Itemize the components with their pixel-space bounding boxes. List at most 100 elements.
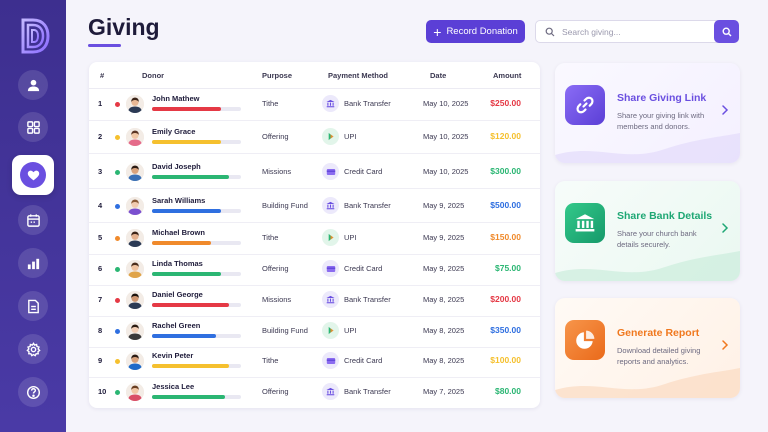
amount: $350.00 xyxy=(490,325,521,335)
table-row[interactable]: 2 Emily Grace Offering UPI May 10, 2025 $120.… xyxy=(89,122,540,154)
row-number: 1 xyxy=(98,99,103,108)
amount: $250.00 xyxy=(490,98,521,108)
table-row[interactable]: 9 Kevin Peter Tithe Credit Card May 8, 2025 $… xyxy=(89,346,540,378)
upi-icon xyxy=(322,322,339,339)
progress-fill xyxy=(152,364,229,368)
avatar xyxy=(126,229,144,247)
date: May 8, 2025 xyxy=(423,326,465,335)
share-giving-link-card[interactable]: Share Giving Link Share your giving link … xyxy=(555,63,740,163)
progress-fill xyxy=(152,395,225,399)
table-row[interactable]: 3 David Joseph Missions Credit Card May 10, … xyxy=(89,157,540,189)
progress-fill xyxy=(152,140,221,144)
amount: $200.00 xyxy=(490,294,521,304)
progress-bar xyxy=(152,140,241,144)
progress-bar xyxy=(152,272,241,276)
plus-icon: + xyxy=(433,23,442,40)
table-row[interactable]: 8 Rachel Green Building Fund UPI May 8, 2025… xyxy=(89,316,540,348)
progress-fill xyxy=(152,272,221,276)
search-button[interactable] xyxy=(714,20,739,43)
status-dot xyxy=(115,236,120,241)
payment-method: Bank Transfer xyxy=(344,99,391,108)
help-icon xyxy=(26,385,40,399)
purpose: Building Fund xyxy=(262,201,308,210)
donor-name: Sarah Williams xyxy=(152,196,206,205)
status-dot xyxy=(115,298,120,303)
row-number: 3 xyxy=(98,167,103,176)
sidebar-item-reports[interactable] xyxy=(18,248,48,278)
purpose: Tithe xyxy=(262,233,279,242)
donor-name: Linda Thomas xyxy=(152,259,203,268)
progress-bar xyxy=(152,209,241,213)
donor-name: Daniel George xyxy=(152,290,203,299)
donor-name: Rachel Green xyxy=(152,321,201,330)
bar-chart-icon xyxy=(27,258,39,269)
purpose: Tithe xyxy=(262,99,279,108)
row-number: 4 xyxy=(98,201,103,210)
payment-method: UPI xyxy=(344,132,357,141)
row-number: 10 xyxy=(98,387,107,396)
payment-method: Bank Transfer xyxy=(344,387,391,396)
sidebar-item-users[interactable] xyxy=(18,70,48,100)
payment-method: Credit Card xyxy=(344,167,383,176)
purpose: Missions xyxy=(262,295,292,304)
credit-card-icon xyxy=(322,352,339,369)
status-dot xyxy=(115,359,120,364)
bank-icon xyxy=(322,95,339,112)
progress-fill xyxy=(152,303,229,307)
sidebar-item-dashboard[interactable] xyxy=(18,112,48,142)
generate-report-card[interactable]: Generate Report Download detailed giving … xyxy=(555,298,740,398)
date: May 9, 2025 xyxy=(423,264,465,273)
status-dot xyxy=(115,267,120,272)
progress-bar xyxy=(152,334,241,338)
sidebar-item-documents[interactable] xyxy=(18,291,48,321)
col-header-donor: Donor xyxy=(142,71,165,80)
date: May 9, 2025 xyxy=(423,233,465,242)
row-number: 7 xyxy=(98,295,103,304)
table-row[interactable]: 4 Sarah Williams Building Fund Bank Transfe… xyxy=(89,191,540,223)
bank-icon xyxy=(322,291,339,308)
donor-name: Michael Brown xyxy=(152,228,205,237)
bank-icon xyxy=(565,203,605,243)
search-box xyxy=(535,20,739,43)
avatar xyxy=(126,322,144,340)
row-number: 5 xyxy=(98,233,103,242)
progress-fill xyxy=(152,107,221,111)
progress-fill xyxy=(152,209,221,213)
avatar xyxy=(126,197,144,215)
search-input[interactable] xyxy=(562,24,712,39)
table-row[interactable]: 1 John Mathew Tithe Bank Transfer May 10, 20… xyxy=(89,89,540,121)
sidebar-item-calendar[interactable] xyxy=(18,205,48,235)
amount: $500.00 xyxy=(490,200,521,210)
progress-bar xyxy=(152,364,241,368)
table-row[interactable]: 10 Jessica Lee Offering Bank Transfer May 7,… xyxy=(89,377,540,409)
row-number: 8 xyxy=(98,326,103,335)
chevron-right-icon xyxy=(722,223,729,233)
sidebar-item-giving[interactable] xyxy=(12,155,54,195)
table-row[interactable]: 7 Daniel George Missions Bank Transfer May 8… xyxy=(89,285,540,317)
donor-name: David Joseph xyxy=(152,162,201,171)
row-number: 9 xyxy=(98,356,103,365)
credit-card-icon xyxy=(322,260,339,277)
purpose: Offering xyxy=(262,387,289,396)
avatar xyxy=(126,291,144,309)
payment-method: Credit Card xyxy=(344,356,383,365)
calendar-icon xyxy=(26,213,40,227)
record-donation-button[interactable]: + Record Donation xyxy=(426,20,525,43)
col-header-num: # xyxy=(100,71,105,80)
payment-method: UPI xyxy=(344,233,357,242)
link-icon xyxy=(565,85,605,125)
upi-icon xyxy=(322,128,339,145)
amount: $75.00 xyxy=(495,263,521,273)
table-row[interactable]: 6 Linda Thomas Offering Credit Card May 9, 2… xyxy=(89,254,540,286)
table-row[interactable]: 5 Michael Brown Tithe UPI May 9, 2025 $150.00 xyxy=(89,223,540,255)
amount: $150.00 xyxy=(490,232,521,242)
sidebar-item-help[interactable] xyxy=(18,377,48,407)
sidebar-item-settings[interactable] xyxy=(18,334,48,364)
date: May 8, 2025 xyxy=(423,295,465,304)
col-header-amount: Amount xyxy=(493,71,522,80)
row-number: 6 xyxy=(98,264,103,273)
donor-name: Jessica Lee xyxy=(152,382,195,391)
share-bank-details-card[interactable]: Share Bank Details Share your church bank… xyxy=(555,181,740,281)
purpose: Building Fund xyxy=(262,326,308,335)
progress-bar xyxy=(152,175,241,179)
